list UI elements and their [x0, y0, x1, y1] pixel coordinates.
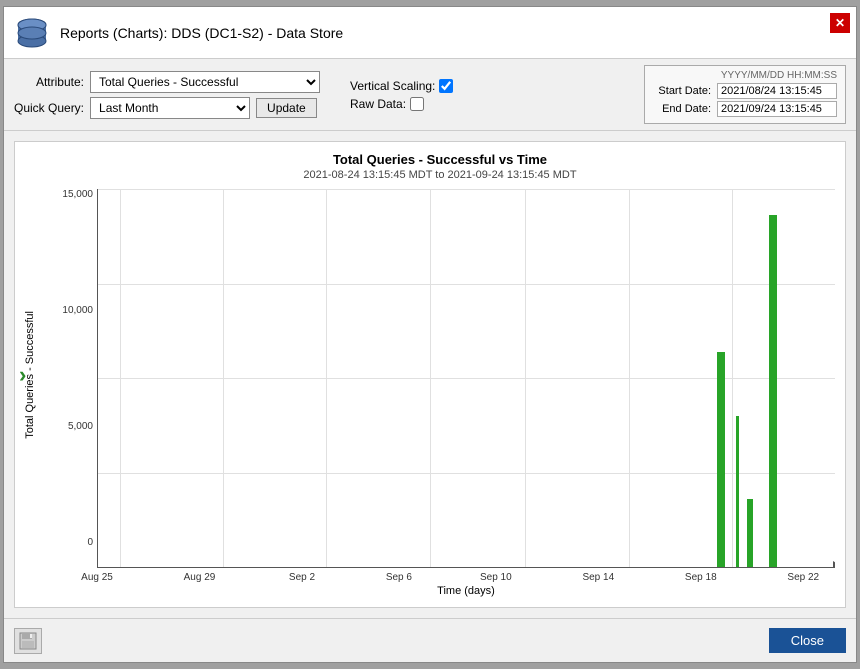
toolbar-middle: Vertical Scaling: Raw Data:: [350, 79, 453, 111]
chart-inner: Total Queries - Successful vs Time 2021-…: [45, 142, 845, 607]
x-label-sep14: Sep 14: [582, 572, 614, 583]
update-button[interactable]: Update: [256, 98, 317, 118]
x-label-sep18: Sep 18: [685, 572, 717, 583]
close-button[interactable]: Close: [769, 628, 846, 653]
attribute-label: Attribute:: [14, 75, 84, 89]
toolbar-left: Attribute: Total Queries - Successful Qu…: [14, 71, 320, 119]
chart-subtitle: 2021-08-24 13:15:45 MDT to 2021-09-24 13…: [45, 169, 835, 181]
y-label-5000: 5,000: [68, 421, 93, 432]
x-label-sep6: Sep 6: [386, 572, 412, 583]
dialog: Reports (Charts): DDS (DC1-S2) - Data St…: [3, 6, 857, 663]
chart-plot-area: 15,000 10,000 5,000 0: [45, 189, 835, 568]
quick-query-label: Quick Query:: [14, 101, 84, 115]
grid-v-1: [120, 189, 121, 567]
grid-v-2: [223, 189, 224, 567]
x-label-aug25: Aug 25: [81, 572, 113, 583]
date-panel: YYYY/MM/DD HH:MM:SS Start Date: End Date…: [644, 65, 846, 124]
plot-canvas: [97, 189, 835, 568]
bar-small: [747, 499, 753, 567]
raw-data-row: Raw Data:: [350, 97, 453, 111]
save-icon[interactable]: [14, 628, 42, 654]
x-axis-arrow: [833, 561, 835, 568]
chart-area: › Total Queries - Successful Total Queri…: [14, 141, 846, 608]
end-date-input[interactable]: [717, 101, 837, 117]
grid-v-5: [525, 189, 526, 567]
grid-v-4: [430, 189, 431, 567]
x-label-sep10: Sep 10: [480, 572, 512, 583]
end-date-row: End Date:: [653, 101, 837, 117]
attribute-row: Attribute: Total Queries - Successful: [14, 71, 320, 93]
start-date-row: Start Date:: [653, 83, 837, 99]
date-format-label: YYYY/MM/DD HH:MM:SS: [653, 70, 837, 81]
end-date-label: End Date:: [653, 103, 711, 115]
grid-h-2: [98, 284, 835, 285]
bar-thin: [736, 416, 739, 567]
raw-data-label: Raw Data:: [350, 97, 406, 111]
bar-tall: [769, 215, 777, 567]
grid-v-6: [629, 189, 630, 567]
grid-v-7: [732, 189, 733, 567]
database-icon: [14, 15, 50, 51]
y-axis-label: Total Queries - Successful: [24, 311, 36, 439]
start-date-input[interactable]: [717, 83, 837, 99]
grid-v-3: [326, 189, 327, 567]
vertical-scaling-row: Vertical Scaling:: [350, 79, 453, 93]
quick-query-select[interactable]: Last Month: [90, 97, 250, 119]
x-axis-label: Time (days): [45, 585, 835, 597]
ylabel-container: › Total Queries - Successful: [15, 142, 45, 607]
y-label-10000: 10,000: [62, 305, 93, 316]
bottom-bar: Close: [4, 618, 856, 662]
x-label-aug29: Aug 29: [184, 572, 216, 583]
y-axis-labels: 15,000 10,000 5,000 0: [45, 189, 97, 568]
start-date-label: Start Date:: [653, 85, 711, 97]
x-label-sep2: Sep 2: [289, 572, 315, 583]
vertical-scaling-checkbox[interactable]: [439, 79, 453, 93]
x-axis-container: Aug 25 Aug 29 Sep 2 Sep 6 Sep 10 Sep 14 …: [45, 568, 835, 583]
dialog-title: Reports (Charts): DDS (DC1-S2) - Data St…: [60, 25, 343, 41]
title-close-button[interactable]: ✕: [830, 13, 850, 33]
x-label-sep22: Sep 22: [787, 572, 819, 583]
raw-data-checkbox[interactable]: [410, 97, 424, 111]
chart-title: Total Queries - Successful vs Time: [45, 152, 835, 167]
attribute-select[interactable]: Total Queries - Successful: [90, 71, 320, 93]
y-label-15000: 15,000: [62, 189, 93, 200]
bar-medium: [717, 352, 725, 567]
x-labels: Aug 25 Aug 29 Sep 2 Sep 6 Sep 10 Sep 14 …: [97, 568, 835, 583]
title-bar: Reports (Charts): DDS (DC1-S2) - Data St…: [4, 7, 856, 59]
toolbar: Attribute: Total Queries - Successful Qu…: [4, 59, 856, 131]
vertical-scaling-label: Vertical Scaling:: [350, 79, 435, 93]
y-label-0: 0: [87, 537, 93, 548]
grid-h-1: [98, 189, 835, 190]
quick-query-row: Quick Query: Last Month Update: [14, 97, 320, 119]
